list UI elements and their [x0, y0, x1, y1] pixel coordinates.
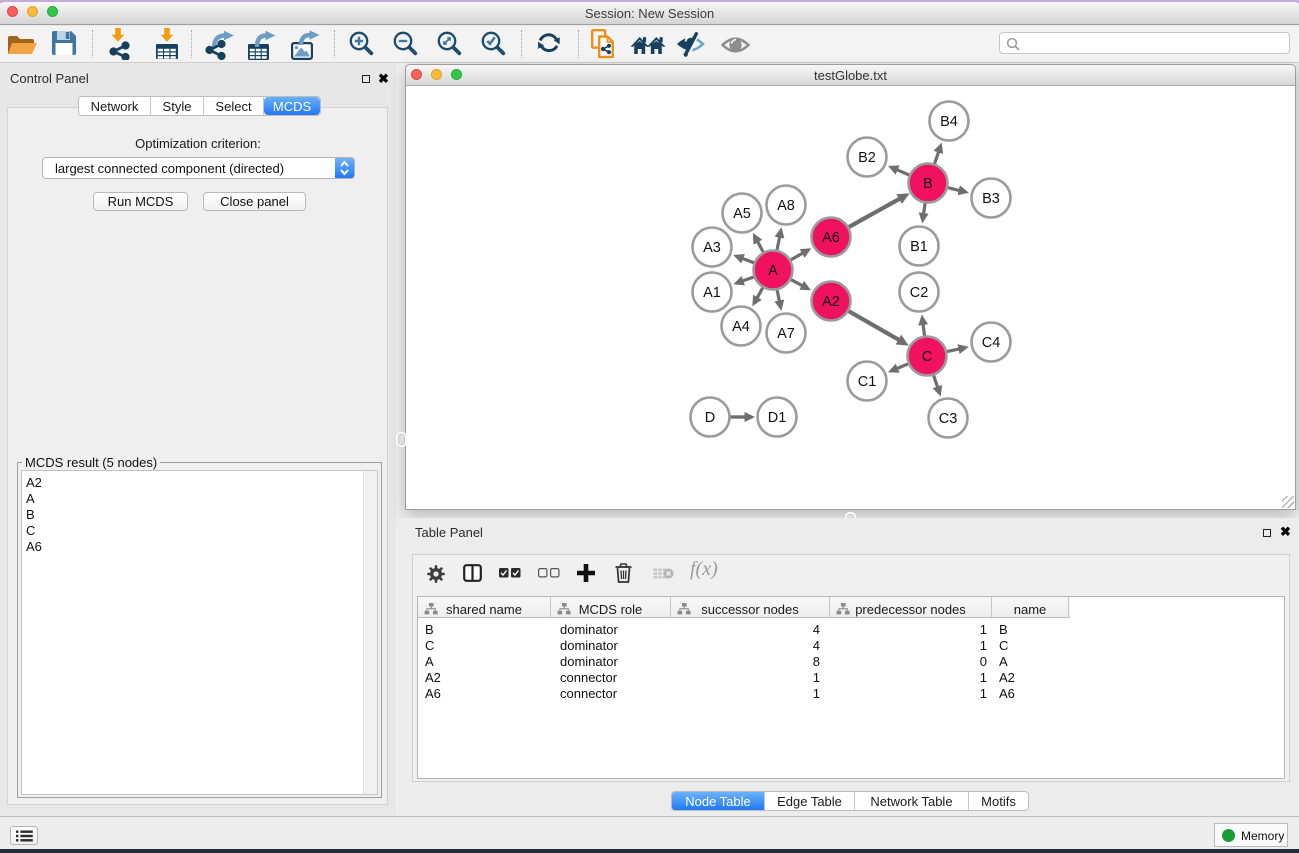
- svg-text:A: A: [768, 263, 778, 279]
- svg-text:A8: A8: [777, 198, 795, 214]
- svg-text:C3: C3: [939, 411, 958, 427]
- svg-text:B2: B2: [858, 150, 876, 166]
- svg-text:A5: A5: [733, 206, 751, 222]
- svg-text:D1: D1: [768, 410, 787, 426]
- svg-text:A1: A1: [703, 285, 721, 301]
- svg-text:A3: A3: [703, 240, 721, 256]
- svg-text:D: D: [705, 410, 715, 426]
- svg-text:A7: A7: [777, 326, 795, 342]
- svg-text:C: C: [922, 349, 932, 365]
- svg-text:C1: C1: [858, 374, 877, 390]
- svg-text:C2: C2: [910, 285, 929, 301]
- svg-text:C4: C4: [982, 335, 1001, 351]
- svg-text:B3: B3: [982, 191, 1000, 207]
- svg-text:B1: B1: [910, 239, 928, 255]
- svg-text:A4: A4: [732, 319, 750, 335]
- svg-text:B: B: [923, 176, 933, 192]
- svg-text:A2: A2: [822, 294, 840, 310]
- svg-text:B4: B4: [940, 114, 958, 130]
- svg-text:A6: A6: [822, 230, 840, 246]
